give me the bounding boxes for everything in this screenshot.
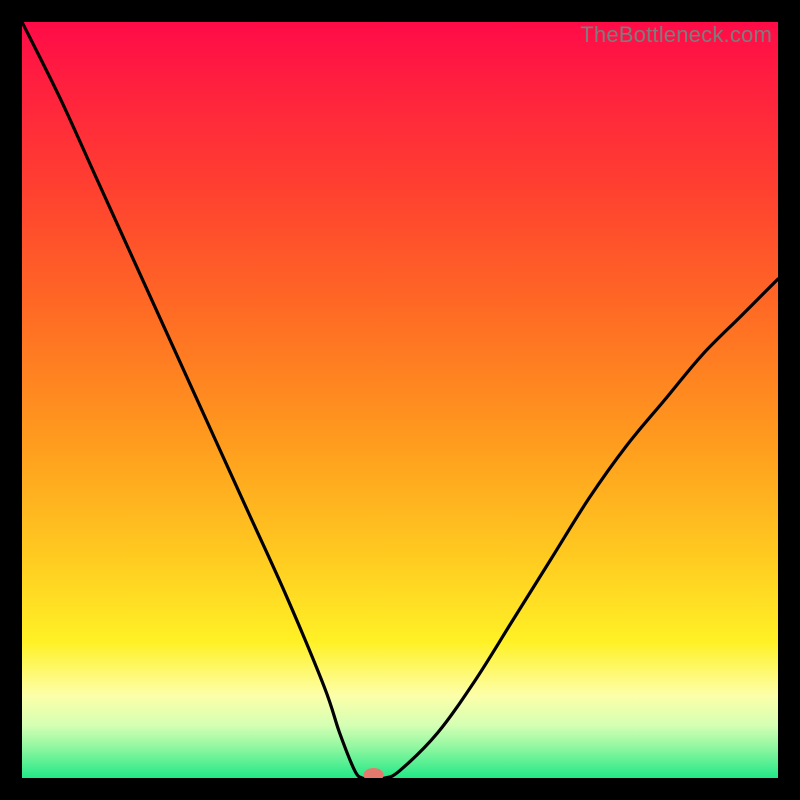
optimum-marker — [364, 768, 384, 778]
chart-frame: TheBottleneck.com — [22, 22, 778, 778]
bottleneck-curve — [22, 22, 778, 778]
curve-layer — [22, 22, 778, 778]
watermark-text: TheBottleneck.com — [580, 22, 772, 48]
